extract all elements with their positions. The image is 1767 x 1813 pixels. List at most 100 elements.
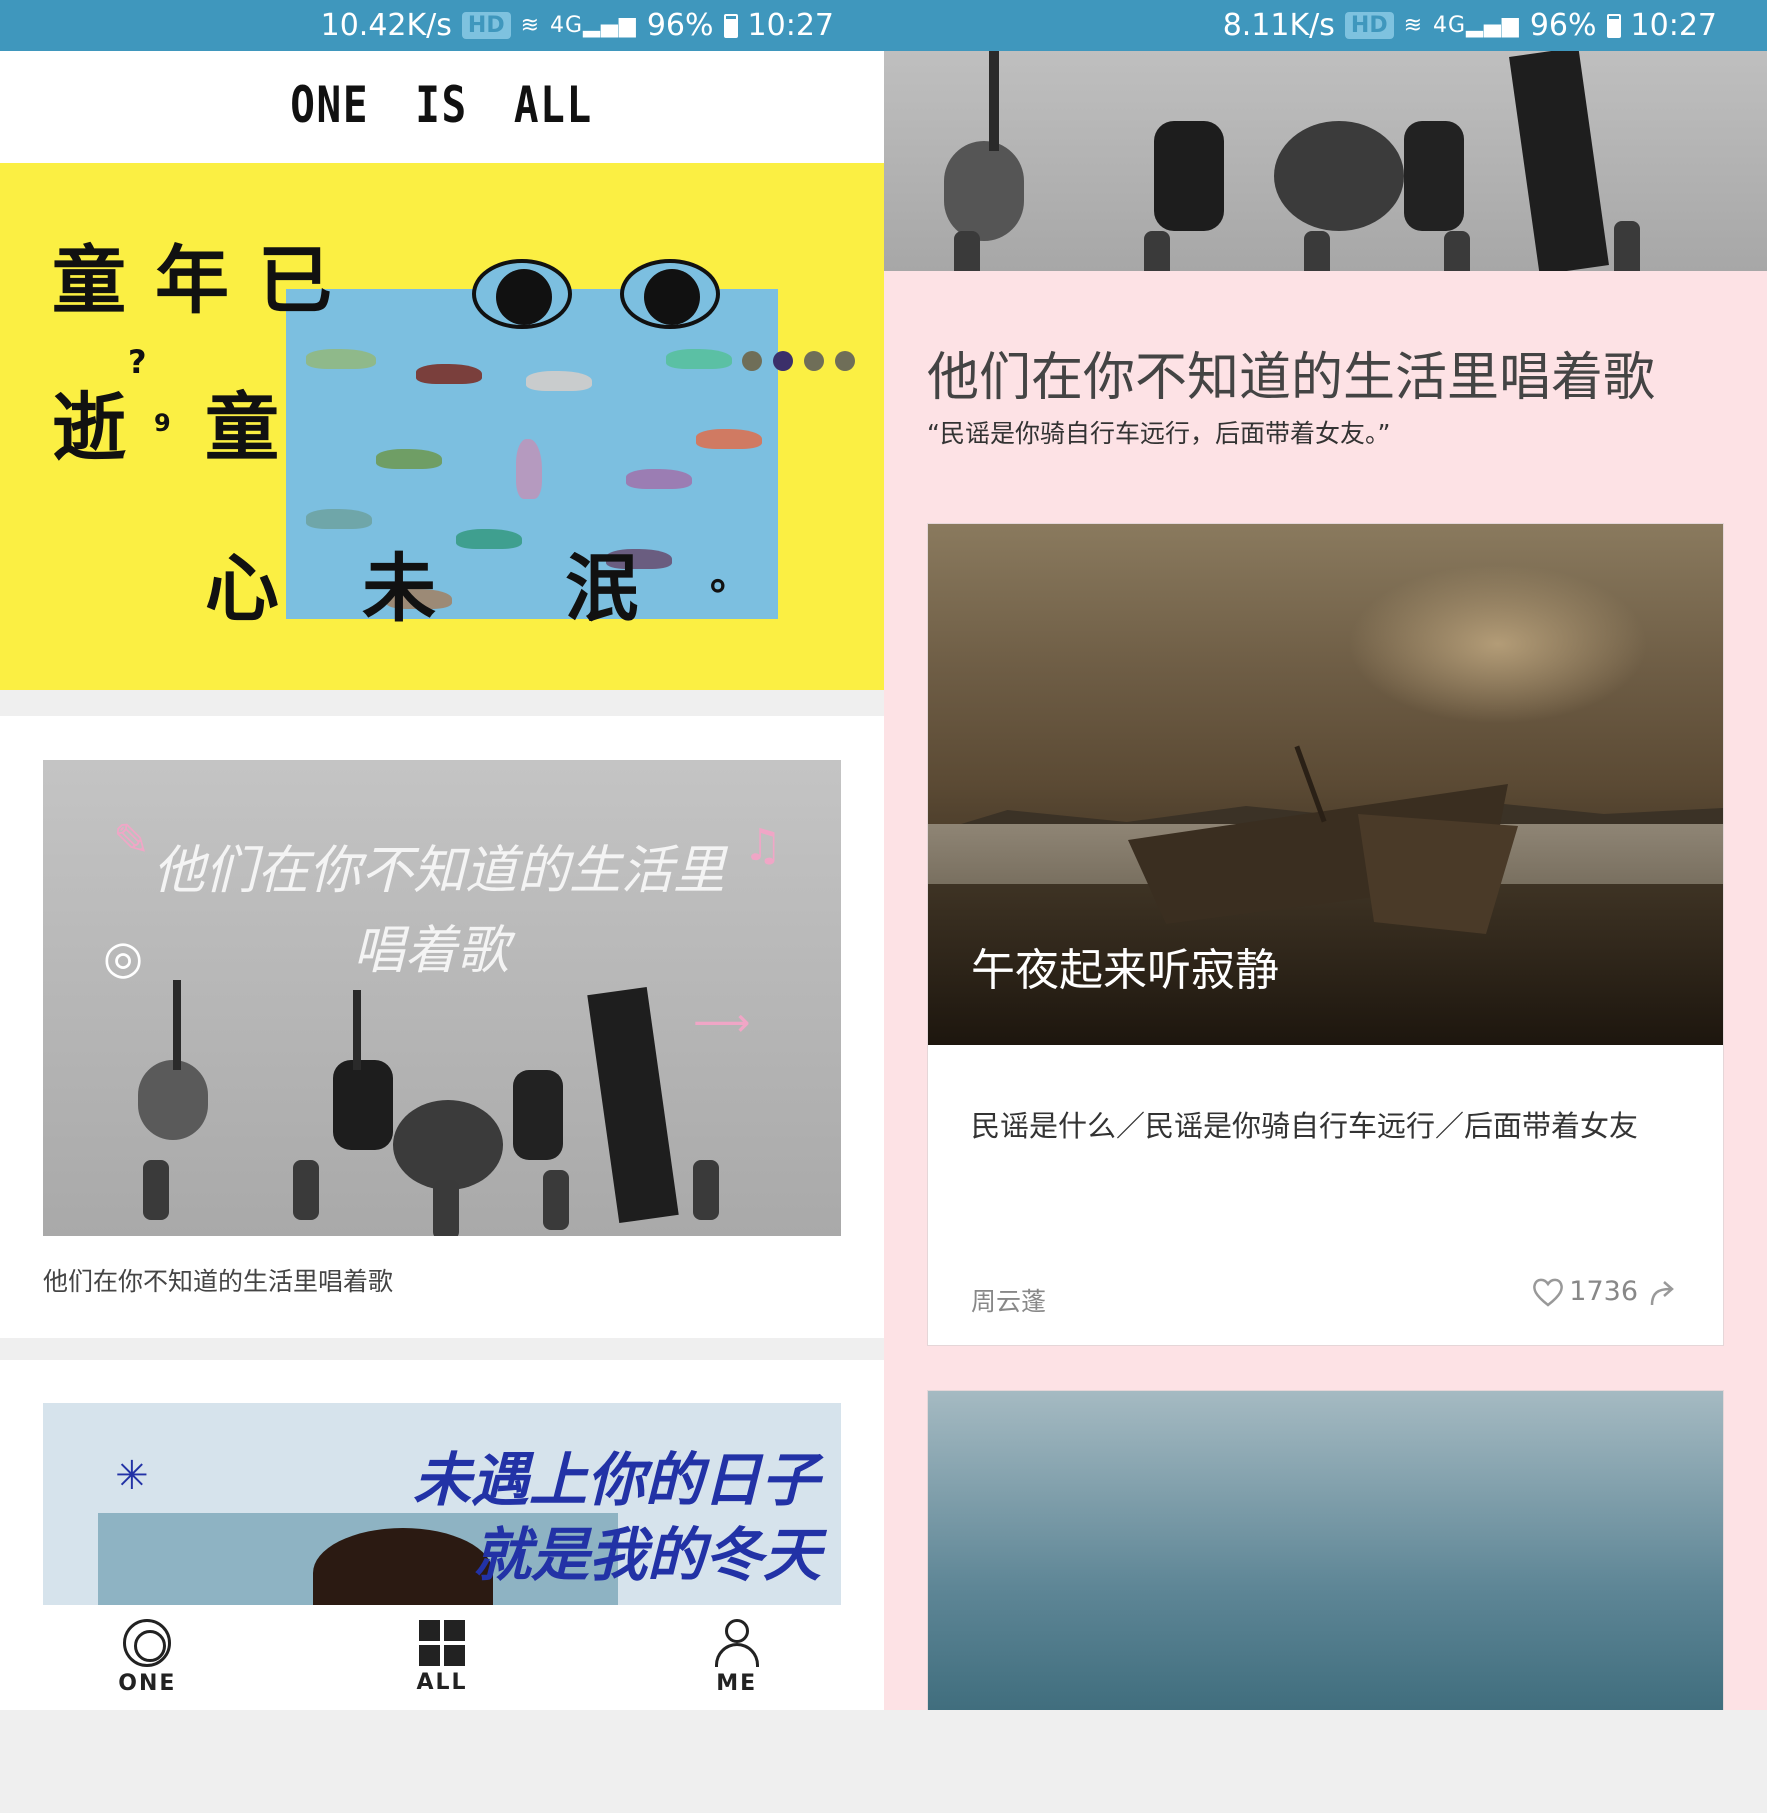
hand xyxy=(143,1160,169,1220)
article-photo: 午夜起来听寂静 xyxy=(928,524,1723,1045)
topic-header-image xyxy=(884,51,1767,271)
banner-carousel[interactable]: 童 年 已 逝 ? 9 童 心 未 泯 。 xyxy=(0,163,884,690)
tab-me[interactable]: ME xyxy=(589,1605,884,1710)
section-divider xyxy=(0,1338,884,1360)
winter-card-image[interactable]: ✳ 未遇上你的日子 就是我的冬天 xyxy=(43,1403,841,1605)
status-bar: 8.11K/s HD ≋ 4G▂▄▆ 96% 10:27 xyxy=(884,0,1767,51)
snowflake-icon: ✳ xyxy=(115,1453,149,1499)
battery-icon xyxy=(723,13,738,38)
topic-quote: “民谣是你骑自行车远行，后面带着女友。” xyxy=(927,419,1391,448)
article-card[interactable]: 午夜起来听寂静 民谣是什么／民谣是你骑自行车远行／后面带着女友 周云蓬 1736 xyxy=(927,523,1724,1346)
keyboard xyxy=(587,986,679,1224)
next-article-card[interactable] xyxy=(927,1390,1724,1710)
sky-glow xyxy=(1348,564,1648,724)
battery-icon xyxy=(1606,13,1621,38)
boat-mast xyxy=(1294,745,1327,823)
banner-photo xyxy=(286,289,778,619)
carousel-dot[interactable] xyxy=(835,351,855,371)
wifi-icon: ≋ xyxy=(520,13,541,38)
banner-char: 已 xyxy=(258,238,332,324)
article-excerpt: 民谣是什么／民谣是你骑自行车远行／后面带着女友 xyxy=(971,1109,1639,1143)
banner-char: ? xyxy=(128,343,147,381)
article-photo-title: 午夜起来听寂静 xyxy=(971,945,1279,996)
hand xyxy=(1444,231,1470,271)
app-header: ONE IS ALL xyxy=(0,51,884,159)
topic-title: 他们在你不知道的生活里唱着歌 xyxy=(927,348,1656,408)
dino-figure xyxy=(306,349,376,369)
status-bar: 10.42K/s HD ≋ 4G▂▄▆ 96% 10:27 xyxy=(0,0,884,51)
acoustic-guitar xyxy=(138,1060,208,1140)
hand xyxy=(1304,231,1330,271)
music-note-doodle: ♫ xyxy=(743,820,783,871)
microphone-doodle: ✎ xyxy=(113,815,150,866)
card-image-text: 未遇上你的日子 xyxy=(413,1446,820,1514)
cymbal xyxy=(393,1100,503,1190)
acoustic-guitar xyxy=(944,141,1024,241)
banner-char: 9 xyxy=(154,409,171,437)
network-type: 4G xyxy=(550,13,584,38)
eye-icon xyxy=(620,259,720,329)
guitar-neck xyxy=(353,990,361,1070)
article-actions: 1736 xyxy=(1531,1276,1678,1307)
banner-char: 童 xyxy=(52,238,126,324)
dino-figure xyxy=(626,469,692,489)
hand xyxy=(1144,231,1170,271)
all-tab-icon xyxy=(419,1620,465,1666)
hd-badge: HD xyxy=(1344,12,1394,39)
bass-guitar xyxy=(1404,121,1464,231)
hd-badge: HD xyxy=(461,12,511,39)
tab-one[interactable]: ONE xyxy=(0,1605,295,1710)
dino-figure xyxy=(456,529,522,549)
banner-char: 童 xyxy=(205,385,279,471)
clock: 10:27 xyxy=(1630,8,1717,43)
like-count: 1736 xyxy=(1569,1276,1638,1307)
music-card-image[interactable]: 他们在你不知道的生活里 唱着歌 ✎ ♫ ◎ ⟶ xyxy=(43,760,841,1236)
guitar-neck xyxy=(173,980,181,1070)
hand xyxy=(543,1170,569,1230)
carousel-dot-active[interactable] xyxy=(773,351,793,371)
banner-char: 未 xyxy=(362,546,436,632)
heart-icon[interactable] xyxy=(1531,1277,1565,1307)
hand xyxy=(1614,221,1640,271)
dino-figure xyxy=(306,509,372,529)
dino-figure xyxy=(526,371,592,391)
dino-figure xyxy=(696,429,762,449)
tab-label: ME xyxy=(716,1671,758,1696)
me-tab-icon xyxy=(714,1619,759,1667)
hand xyxy=(693,1160,719,1220)
wifi-icon: ≋ xyxy=(1403,13,1424,38)
guitar-neck xyxy=(989,51,999,151)
tab-all[interactable]: ALL xyxy=(295,1605,590,1710)
keyboard xyxy=(1509,51,1609,271)
card-image-text: 唱着歌 xyxy=(353,921,510,981)
card-image-text: 就是我的冬天 xyxy=(473,1521,822,1589)
banner-char: 。 xyxy=(710,553,750,599)
network-speed: 10.42K/s xyxy=(320,8,452,43)
carousel-indicator xyxy=(742,351,855,371)
article-author[interactable]: 周云蓬 xyxy=(971,1282,1046,1318)
hand xyxy=(954,231,980,271)
electric-guitar xyxy=(333,1060,393,1150)
banner-char: 逝 xyxy=(52,385,126,471)
signal-icon: 4G▂▄▆ xyxy=(1433,13,1520,38)
tab-label: ALL xyxy=(416,1670,468,1695)
app-title: ONE IS ALL xyxy=(290,76,594,134)
tab-label: ONE xyxy=(118,1671,177,1696)
card-caption[interactable]: 他们在你不知道的生活里唱着歌 xyxy=(43,1262,393,1298)
carousel-dot[interactable] xyxy=(742,351,762,371)
battery-percent: 96% xyxy=(1529,8,1597,43)
dino-figure xyxy=(666,349,732,369)
share-icon[interactable] xyxy=(1648,1277,1678,1307)
arrow-doodle: ⟶ xyxy=(693,1000,751,1046)
banner-char: 心 xyxy=(205,546,279,632)
battery-percent: 96% xyxy=(646,8,714,43)
spiral-doodle: ◎ xyxy=(103,930,144,984)
hand xyxy=(433,1180,459,1236)
cymbal xyxy=(1274,121,1404,231)
signal-icon: 4G▂▄▆ xyxy=(550,13,637,38)
banner-char: 年 xyxy=(155,238,229,324)
banner-char: 泯 xyxy=(565,546,639,632)
carousel-dot[interactable] xyxy=(804,351,824,371)
card-image-text: 他们在你不知道的生活里 xyxy=(153,841,726,901)
network-type: 4G xyxy=(1433,13,1467,38)
